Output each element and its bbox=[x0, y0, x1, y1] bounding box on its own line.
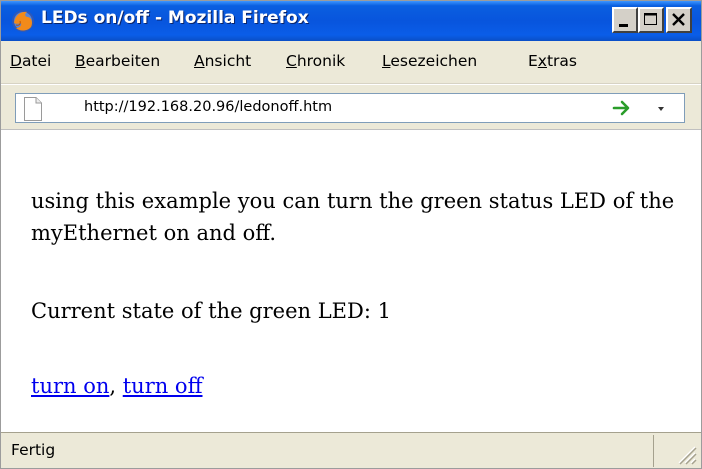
title-bar[interactable]: LEDs on/off - Mozilla Firefox bbox=[1, 1, 701, 41]
firefox-icon bbox=[12, 10, 34, 32]
turn-off-link[interactable]: turn off bbox=[123, 374, 203, 398]
led-links: turn on, turn off bbox=[31, 372, 203, 400]
menu-lesezeichen[interactable]: Lesezeichen bbox=[382, 52, 477, 70]
maximize-icon bbox=[644, 13, 657, 25]
menu-ansicht[interactable]: Ansicht bbox=[194, 52, 251, 70]
menu-datei[interactable]: Datei bbox=[10, 52, 51, 70]
page-content: using this example you can turn the gree… bbox=[1, 129, 701, 433]
status-text: Fertig bbox=[11, 441, 56, 459]
led-state-text: Current state of the green LED: 1 bbox=[31, 299, 391, 323]
menu-extras[interactable]: Extras bbox=[528, 52, 577, 70]
link-separator: , bbox=[109, 374, 123, 398]
menu-bearbeiten[interactable]: Bearbeiten bbox=[75, 52, 160, 70]
browser-window: LEDs on/off - Mozilla Firefox Datei Bear… bbox=[0, 0, 702, 469]
navigation-toolbar: http://192.168.20.96/ledonoff.htm bbox=[1, 84, 701, 130]
url-text[interactable]: http://192.168.20.96/ledonoff.htm bbox=[84, 99, 332, 115]
turn-on-link[interactable]: turn on bbox=[31, 374, 109, 398]
close-button[interactable] bbox=[666, 7, 692, 33]
intro-text: using this example you can turn the gree… bbox=[31, 189, 675, 245]
status-divider bbox=[653, 435, 654, 467]
status-bar: Fertig bbox=[1, 432, 701, 468]
maximize-button[interactable] bbox=[638, 7, 664, 33]
page-icon bbox=[24, 97, 42, 121]
minimize-button[interactable] bbox=[612, 7, 638, 33]
close-icon bbox=[672, 13, 685, 26]
resize-grip-icon[interactable] bbox=[675, 443, 697, 465]
minimize-icon bbox=[619, 24, 628, 27]
menu-bar: Datei Bearbeiten Ansicht Chronik Lesezei… bbox=[1, 41, 701, 84]
go-arrow-icon[interactable] bbox=[612, 98, 632, 118]
url-field[interactable]: http://192.168.20.96/ledonoff.htm bbox=[15, 93, 685, 123]
window-title: LEDs on/off - Mozilla Firefox bbox=[41, 8, 309, 28]
menu-chronik[interactable]: Chronik bbox=[286, 52, 345, 70]
dropdown-arrow-icon[interactable] bbox=[656, 105, 666, 113]
